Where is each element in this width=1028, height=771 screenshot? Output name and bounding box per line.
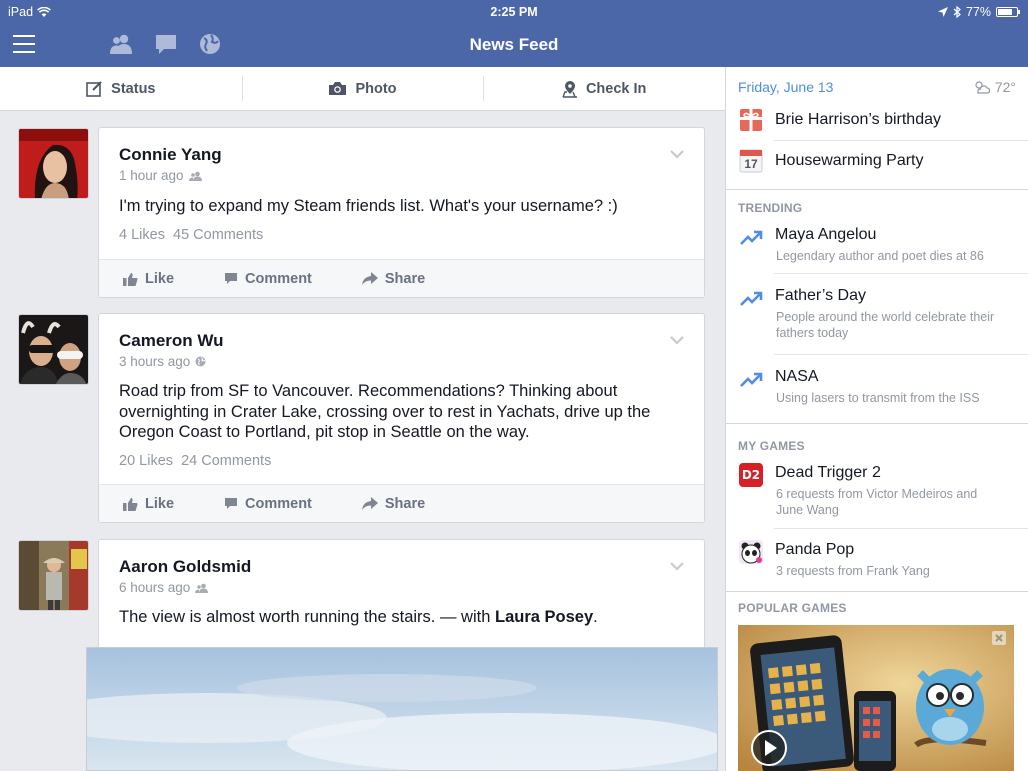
trending-topic[interactable]: Father’s Day <box>775 287 866 305</box>
popular-game-video[interactable] <box>738 625 1014 771</box>
share-button[interactable]: Share <box>361 271 425 287</box>
post-time[interactable]: 3 hours ago <box>119 354 190 369</box>
comment-icon <box>225 498 238 509</box>
tagged-friend[interactable]: Laura Posey <box>495 608 593 626</box>
like-button[interactable]: Like <box>123 271 174 287</box>
post-text: I'm trying to expand my Steam friends li… <box>119 197 618 215</box>
comments-count[interactable]: 24 Comments <box>181 453 271 469</box>
status-label: Status <box>111 80 156 97</box>
thumbs-up-icon <box>123 272 138 286</box>
edit-icon <box>86 81 102 97</box>
location-arrow-icon <box>937 7 948 17</box>
status-bar: iPad 2:25 PM 77% <box>0 0 1028 24</box>
post-stats: 4 Likes 45 Comments <box>119 227 263 243</box>
comments-count[interactable]: 45 Comments <box>173 227 263 243</box>
chevron-down-icon[interactable] <box>670 149 684 159</box>
post-meta: 1 hour ago <box>119 168 202 183</box>
like-button[interactable]: Like <box>123 496 174 512</box>
temperature: 72° <box>994 79 1016 95</box>
panda-pop-game-icon <box>739 540 763 564</box>
comment-button[interactable]: Comment <box>224 496 312 512</box>
post-time[interactable]: 6 hours ago <box>119 580 190 595</box>
check-in-label: Check In <box>585 80 647 97</box>
clock: 2:25 PM <box>490 5 538 19</box>
post-author[interactable]: Aaron Goldsmid <box>119 557 251 577</box>
avatar-cameron-wu[interactable] <box>18 314 89 385</box>
right-sidebar: Friday, June 13 72° Brie Harrison’s birt… <box>725 67 1028 771</box>
share-arrow-icon <box>361 497 378 510</box>
page-title: News Feed <box>469 35 559 54</box>
popular-games-header: POPULAR GAMES <box>738 601 847 615</box>
check-in-button[interactable]: Check In <box>483 67 725 110</box>
date-label: Friday, June 13 <box>738 79 834 95</box>
dead-trigger-game-icon: D2 <box>739 463 763 487</box>
chevron-down-icon[interactable] <box>670 335 684 345</box>
svg-text:D2: D2 <box>742 468 760 482</box>
gift-icon <box>740 109 762 131</box>
camera-icon <box>329 82 347 95</box>
post-text: Road trip from SF to Vancouver. Recommen… <box>119 382 651 441</box>
post-card: Cameron Wu 3 hours ago Road trip from SF… <box>98 313 705 523</box>
post-author[interactable]: Cameron Wu <box>119 331 224 351</box>
post-actions: Like Comment Share <box>99 484 704 522</box>
trending-header: TRENDING <box>738 201 803 215</box>
friends-privacy-icon <box>188 171 202 181</box>
comment-button[interactable]: Comment <box>224 271 312 287</box>
post-text: The view is almost worth running the sta… <box>119 608 598 626</box>
game-requests: 3 requests from Frank Yang <box>776 564 930 578</box>
status-button[interactable]: Status <box>0 67 242 110</box>
trending-arrow-icon <box>740 372 763 387</box>
weather: 72° <box>973 79 1016 95</box>
battery-icon <box>996 7 1020 17</box>
battery-percent: 77% <box>965 5 991 19</box>
map-pin-icon <box>562 80 577 98</box>
post-actions: Like Comment Share <box>99 259 704 297</box>
weather-icon <box>975 81 990 94</box>
likes-count[interactable]: 20 Likes <box>119 453 173 469</box>
photo-label: Photo <box>355 80 397 97</box>
thumbs-up-icon <box>123 497 138 511</box>
my-games-header: MY GAMES <box>738 439 805 453</box>
chevron-down-icon[interactable] <box>670 561 684 571</box>
post-author[interactable]: Connie Yang <box>119 145 222 165</box>
trending-topic[interactable]: NASA <box>775 368 819 386</box>
post-card: Connie Yang 1 hour ago I'm trying to exp… <box>98 127 705 298</box>
housewarming-event[interactable]: Housewarming Party <box>775 152 924 170</box>
photo-button[interactable]: Photo <box>241 67 484 110</box>
nav-bar: News Feed <box>0 24 1028 67</box>
post-stats: 20 Likes 24 Comments <box>119 453 271 469</box>
trending-topic[interactable]: Maya Angelou <box>775 226 876 244</box>
trending-description: People around the world celebrate their … <box>776 310 995 340</box>
close-icon[interactable] <box>994 633 1004 643</box>
play-button-icon[interactable] <box>750 729 788 767</box>
composer-bar: Status Photo Check In <box>0 67 725 111</box>
game-title[interactable]: Dead Trigger 2 <box>775 464 881 482</box>
friends-privacy-icon <box>195 583 209 593</box>
post-meta: 6 hours ago <box>119 580 209 595</box>
top-bar: iPad 2:25 PM 77% News Feed <box>0 0 1028 67</box>
post-photo[interactable] <box>86 647 718 771</box>
game-title[interactable]: Panda Pop <box>775 541 854 559</box>
trending-description: Legendary author and poet dies at 86 <box>776 249 984 263</box>
trending-description: Using lasers to transmit from the ISS <box>776 391 980 405</box>
trending-arrow-icon <box>740 230 763 245</box>
trending-arrow-icon <box>740 291 763 306</box>
share-button[interactable]: Share <box>361 496 425 512</box>
calendar-day: 17 <box>744 157 758 171</box>
avatar-aaron-goldsmid[interactable] <box>18 540 89 611</box>
birthday-event[interactable]: Brie Harrison’s birthday <box>775 111 941 129</box>
avatar-connie-yang[interactable] <box>18 128 89 199</box>
post-meta: 3 hours ago <box>119 354 206 369</box>
comment-icon <box>225 273 238 284</box>
share-arrow-icon <box>361 272 378 285</box>
post-time[interactable]: 1 hour ago <box>119 168 184 183</box>
bluetooth-icon <box>953 6 961 18</box>
likes-count[interactable]: 4 Likes <box>119 227 165 243</box>
battery-fill <box>998 9 1012 15</box>
game-requests: 6 requests from Victor Medeiros and June… <box>776 487 978 517</box>
public-globe-icon <box>195 356 206 367</box>
